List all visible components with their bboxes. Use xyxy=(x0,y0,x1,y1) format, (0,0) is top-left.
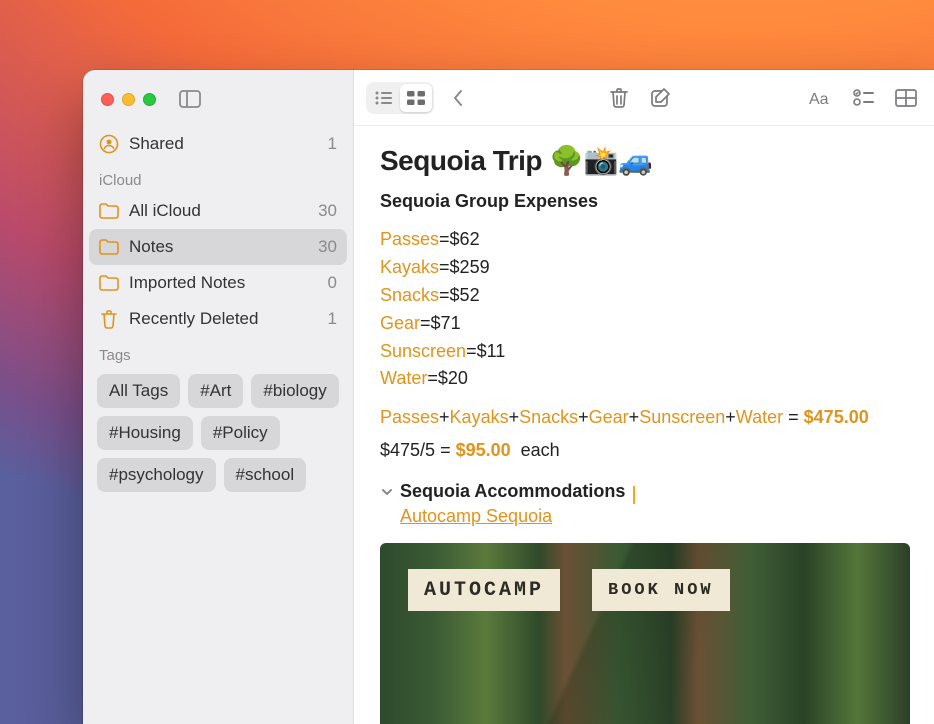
attachment-preview[interactable]: AUTOCAMP BOOK NOW xyxy=(380,543,910,724)
sidebar-item-count: 1 xyxy=(328,309,337,329)
tag-biology[interactable]: #biology xyxy=(251,374,338,408)
tag-housing[interactable]: #Housing xyxy=(97,416,193,450)
expense-name: Passes xyxy=(380,229,439,249)
minimize-window-button[interactable] xyxy=(122,93,135,106)
expense-name: Gear xyxy=(380,313,420,333)
tag-all[interactable]: All Tags xyxy=(97,374,180,408)
compose-button[interactable] xyxy=(643,82,679,114)
expense-row: Sunscreen=$11 xyxy=(380,338,910,366)
tag-art[interactable]: #Art xyxy=(188,374,243,408)
formula-result: $475.00 xyxy=(804,407,869,427)
expense-name: Snacks xyxy=(380,285,439,305)
section-heading: Sequoia Accommodations xyxy=(400,481,625,502)
expense-row: Snacks=$52 xyxy=(380,282,910,310)
expense-row: Passes=$62 xyxy=(380,226,910,254)
sidebar-item-label: Recently Deleted xyxy=(129,309,258,329)
svg-text:Aa: Aa xyxy=(809,91,829,107)
sidebar-item-all-icloud[interactable]: All iCloud 30 xyxy=(89,193,347,229)
trash-icon xyxy=(99,309,119,329)
attachment-cta[interactable]: BOOK NOW xyxy=(592,569,730,611)
sidebar-item-notes[interactable]: Notes 30 xyxy=(89,229,347,265)
gallery-view-button[interactable] xyxy=(400,84,432,112)
sidebar-item-count: 1 xyxy=(328,134,337,154)
tags-container: All Tags #Art #biology #Housing #Policy … xyxy=(89,368,347,498)
sidebar-item-label: Shared xyxy=(129,134,184,154)
sidebar-item-shared[interactable]: Shared 1 xyxy=(89,126,347,162)
note-pane: Aa Sequoia Trip 🌳📸🚙 Sequoia Group Expens… xyxy=(354,70,934,724)
sidebar-item-count: 0 xyxy=(328,273,337,293)
table-button[interactable] xyxy=(888,82,924,114)
attachment-logo: AUTOCAMP xyxy=(408,569,560,611)
window-controls xyxy=(101,93,156,106)
tag-school[interactable]: #school xyxy=(224,458,307,492)
format-button[interactable]: Aa xyxy=(804,82,840,114)
accommodation-link[interactable]: Autocamp Sequoia xyxy=(400,506,552,527)
sidebar: Shared 1 iCloud All iCloud 30 Notes xyxy=(83,70,354,724)
sidebar-section-icloud[interactable]: iCloud xyxy=(89,162,347,193)
expense-row: Gear=$71 xyxy=(380,310,910,338)
tag-psychology[interactable]: #psychology xyxy=(97,458,216,492)
fullscreen-window-button[interactable] xyxy=(143,93,156,106)
text-cursor xyxy=(633,486,635,504)
expense-value: $11 xyxy=(477,341,506,361)
sidebar-item-label: All iCloud xyxy=(129,201,201,221)
toolbar: Aa xyxy=(354,70,934,126)
view-mode-segmented xyxy=(366,82,434,114)
titlebar xyxy=(83,80,353,126)
delete-button[interactable] xyxy=(601,82,637,114)
sidebar-item-label: Notes xyxy=(129,237,173,257)
expense-name: Sunscreen xyxy=(380,341,466,361)
expenses-list: Passes=$62 Kayaks=$259 Snacks=$52 Gear=$… xyxy=(380,226,910,393)
expense-name: Water xyxy=(380,368,427,388)
notes-window: Shared 1 iCloud All iCloud 30 Notes xyxy=(83,70,934,724)
sidebar-item-imported-notes[interactable]: Imported Notes 0 xyxy=(89,265,347,301)
expense-value: $259 xyxy=(450,257,490,277)
formula-sum: Passes+Kayaks+Snacks+Gear+Sunscreen+Wate… xyxy=(380,407,910,428)
folder-icon xyxy=(99,275,119,291)
shared-icon xyxy=(99,134,119,154)
back-button[interactable] xyxy=(440,82,476,114)
expense-name: Kayaks xyxy=(380,257,439,277)
folder-icon xyxy=(99,239,119,255)
sidebar-section-tags: Tags xyxy=(89,337,347,368)
checklist-button[interactable] xyxy=(846,82,882,114)
expense-value: $71 xyxy=(431,313,461,333)
expense-row: Water=$20 xyxy=(380,365,910,393)
expense-value: $20 xyxy=(438,368,468,388)
sidebar-item-recently-deleted[interactable]: Recently Deleted 1 xyxy=(89,301,347,337)
note-body[interactable]: Sequoia Trip 🌳📸🚙 Sequoia Group Expenses … xyxy=(354,126,934,724)
tag-policy[interactable]: #Policy xyxy=(201,416,280,450)
expense-row: Kayaks=$259 xyxy=(380,254,910,282)
close-window-button[interactable] xyxy=(101,93,114,106)
section-accommodations[interactable]: Sequoia Accommodations xyxy=(380,481,910,502)
note-title: Sequoia Trip 🌳📸🚙 xyxy=(380,144,910,177)
sidebar-item-count: 30 xyxy=(318,237,337,257)
folder-icon xyxy=(99,203,119,219)
expense-value: $52 xyxy=(450,285,480,305)
note-subheading: Sequoia Group Expenses xyxy=(380,191,910,212)
sidebar-item-count: 30 xyxy=(318,201,337,221)
chevron-down-icon xyxy=(380,485,394,499)
list-view-button[interactable] xyxy=(368,84,400,112)
sidebar-item-label: Imported Notes xyxy=(129,273,245,293)
toggle-sidebar-button[interactable] xyxy=(179,90,201,108)
formula-each: $475/5 = $95.00 each xyxy=(380,440,910,461)
expense-value: $62 xyxy=(450,229,480,249)
